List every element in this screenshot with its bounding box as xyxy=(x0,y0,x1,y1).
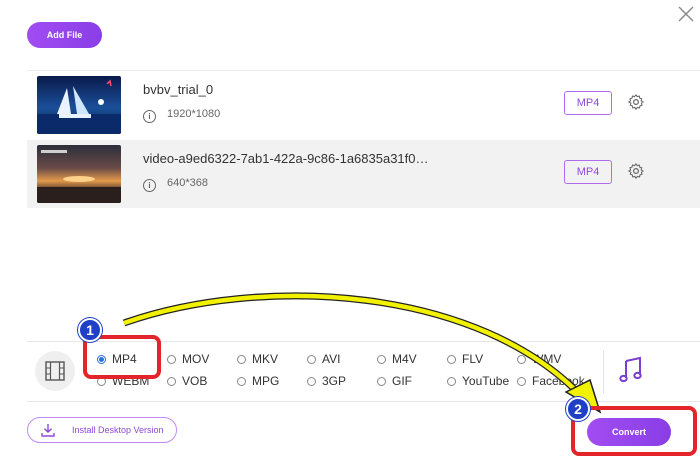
format-label: VOB xyxy=(182,374,208,388)
format-label: YouTube xyxy=(462,374,510,388)
format-option-gif[interactable]: GIF xyxy=(377,374,412,388)
radio-button[interactable] xyxy=(517,376,526,386)
file-name: bvbv_trial_0 xyxy=(143,82,214,97)
file-row: video-a9ed6322-7ab1-422a-9c86-1a6835a31f… xyxy=(27,140,700,208)
radio-button[interactable] xyxy=(167,354,176,364)
format-option-mkv[interactable]: MKV xyxy=(237,352,278,366)
format-option-mov[interactable]: MOV xyxy=(167,352,209,366)
format-option-facebook[interactable]: Facebook xyxy=(517,374,585,388)
gear-icon[interactable] xyxy=(627,162,645,180)
video-format-tab[interactable] xyxy=(35,351,75,391)
gear-icon[interactable] xyxy=(627,93,645,111)
download-icon xyxy=(41,424,55,437)
format-label: AVI xyxy=(322,352,341,366)
info-icon[interactable]: i xyxy=(143,110,156,123)
format-option-mpg[interactable]: MPG xyxy=(237,374,279,388)
divider xyxy=(27,401,700,402)
file-resolution: 1920*1080 xyxy=(167,108,221,120)
radio-button[interactable] xyxy=(237,376,246,386)
format-option-youtube[interactable]: YouTube xyxy=(447,374,509,388)
video-thumbnail[interactable] xyxy=(37,145,121,203)
divider xyxy=(603,350,604,394)
format-label: MPG xyxy=(252,374,280,388)
format-option-m4v[interactable]: M4V xyxy=(377,352,417,366)
format-label: GIF xyxy=(392,374,412,388)
highlight-box xyxy=(571,406,697,456)
file-resolution: 640*368 xyxy=(167,177,208,189)
format-label: M4V xyxy=(392,352,417,366)
format-label: WMV xyxy=(532,352,562,366)
radio-button[interactable] xyxy=(447,354,456,364)
step-badge: 1 xyxy=(78,318,102,342)
music-note-icon[interactable] xyxy=(618,356,644,384)
radio-button[interactable] xyxy=(237,354,246,364)
radio-button[interactable] xyxy=(307,376,316,386)
output-format-button[interactable]: MP4 xyxy=(564,160,612,184)
file-row: bvbv_trial_0 i 1920*1080 MP4 xyxy=(27,70,700,139)
format-label: 3GP xyxy=(322,374,347,388)
radio-button[interactable] xyxy=(377,354,386,364)
format-option-avi[interactable]: AVI xyxy=(307,352,340,366)
info-icon[interactable]: i xyxy=(143,179,156,192)
format-label: MKV xyxy=(252,352,279,366)
install-desktop-button[interactable]: Install Desktop Version xyxy=(27,417,177,443)
radio-button[interactable] xyxy=(307,354,316,364)
radio-button[interactable] xyxy=(517,354,526,364)
close-icon[interactable] xyxy=(676,4,696,24)
format-label: MOV xyxy=(182,352,210,366)
video-thumbnail[interactable] xyxy=(37,76,121,134)
format-label: FLV xyxy=(462,352,484,366)
file-name: video-a9ed6322-7ab1-422a-9c86-1a6835a31f… xyxy=(143,151,429,166)
highlight-box xyxy=(83,335,161,379)
output-format-button[interactable]: MP4 xyxy=(564,91,612,115)
radio-button[interactable] xyxy=(167,376,176,386)
format-option-vob[interactable]: VOB xyxy=(167,374,207,388)
format-label: Facebook xyxy=(532,374,585,388)
radio-button[interactable] xyxy=(377,376,386,386)
film-icon xyxy=(45,361,65,381)
format-option-flv[interactable]: FLV xyxy=(447,352,483,366)
format-option-3gp[interactable]: 3GP xyxy=(307,374,346,388)
radio-button[interactable] xyxy=(447,376,456,386)
install-label: Install Desktop Version xyxy=(72,425,164,435)
add-file-button[interactable]: Add File xyxy=(27,22,102,48)
step-badge: 2 xyxy=(566,397,590,421)
format-option-wmv[interactable]: WMV xyxy=(517,352,561,366)
